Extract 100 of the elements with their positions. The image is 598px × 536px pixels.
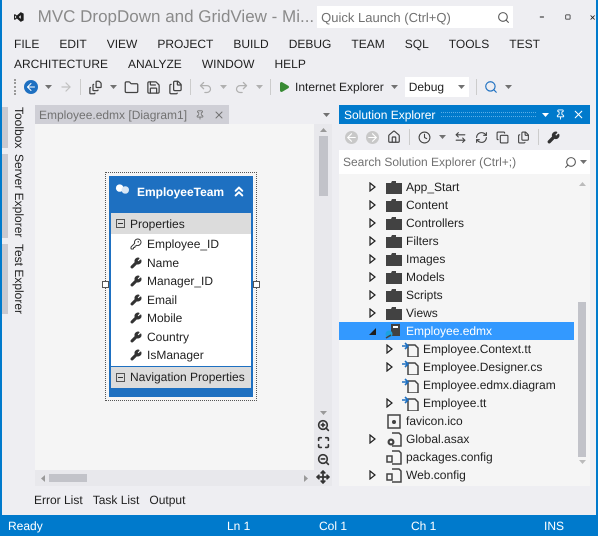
caret-icon[interactable]	[542, 112, 549, 116]
tree-item[interactable]: Content	[339, 196, 574, 214]
expand-arrow-icon[interactable]	[369, 218, 376, 228]
tree-item[interactable]: Web.config	[339, 466, 574, 484]
minus-box-icon[interactable]	[116, 372, 125, 382]
clock-icon[interactable]	[418, 130, 431, 144]
tree-item[interactable]: Scripts	[339, 286, 574, 304]
pan-icon[interactable]	[316, 470, 330, 484]
menu-item[interactable]: WINDOW	[202, 54, 254, 74]
bottom-tab[interactable]: Task List	[92, 491, 140, 515]
tree-item[interactable]: Global.asax	[339, 430, 574, 448]
expand-arrow-icon[interactable]	[369, 254, 376, 264]
search-icon	[564, 156, 576, 168]
menu-item[interactable]: VIEW	[106, 34, 138, 54]
caret-icon	[580, 160, 586, 164]
pin-icon[interactable]	[195, 110, 206, 120]
menu-item[interactable]: FILE	[14, 34, 40, 54]
fit-icon[interactable]	[316, 436, 330, 449]
entity-shape[interactable]: EmployeeTeam Properties Employee_ID Name Manager_ID Email Mobile Country IsManager Navigation Properties	[105, 172, 257, 400]
menu-item[interactable]: TEAM	[351, 34, 385, 54]
expand-arrow-icon[interactable]	[386, 398, 393, 408]
back-icon[interactable]	[24, 80, 38, 94]
property-name: Manager_ID	[147, 273, 214, 290]
resize-handle[interactable]	[253, 281, 260, 288]
home-icon[interactable]	[387, 130, 401, 144]
resize-handle[interactable]	[102, 281, 109, 288]
caret-icon	[45, 85, 52, 89]
tree-item[interactable]: Filters	[339, 232, 574, 250]
open-folder-icon[interactable]	[124, 80, 139, 94]
folder-icon	[386, 198, 402, 212]
caret-icon	[323, 112, 330, 116]
expand-arrow-icon[interactable]	[369, 470, 376, 480]
caret-icon	[390, 85, 398, 89]
tree-item[interactable]: Models	[339, 268, 574, 286]
properties-icon[interactable]	[547, 130, 560, 144]
tree-item[interactable]: Images	[339, 250, 574, 268]
bottom-tab[interactable]: Error List	[34, 491, 83, 515]
tree-item[interactable]: Employee.Designer.cs	[339, 358, 574, 376]
expand-arrow-icon[interactable]	[386, 362, 393, 372]
expand-arrow-icon[interactable]	[386, 344, 393, 354]
minus-box-icon[interactable]	[116, 219, 125, 228]
generated-file-icon	[402, 378, 419, 392]
expand-arrow-icon[interactable]	[369, 182, 376, 192]
menu-item[interactable]: HELP	[274, 54, 306, 74]
folder-icon	[386, 288, 402, 302]
tree-item[interactable]: favicon.ico	[339, 412, 574, 430]
config-file-icon	[386, 450, 402, 464]
tree-item[interactable]: Controllers	[339, 214, 574, 232]
char-number: Ch 1	[411, 518, 438, 534]
line-number: Ln 1	[227, 518, 252, 534]
config-file-icon	[386, 468, 402, 482]
expand-arrow-icon[interactable]	[369, 272, 376, 282]
status-message: Ready	[8, 518, 44, 534]
property-name: Email	[147, 292, 178, 309]
menu-item[interactable]: BUILD	[233, 34, 269, 54]
folder-icon	[386, 252, 402, 266]
expand-arrow-icon[interactable]	[369, 200, 376, 210]
bottom-tab[interactable]: Output	[149, 491, 186, 515]
configuration-dropdown[interactable]: Debug	[404, 77, 469, 97]
search-button[interactable]	[493, 6, 514, 28]
menu-item[interactable]: ARCHITECTURE	[14, 54, 108, 74]
horizontal-scrollbar[interactable]	[35, 470, 314, 486]
tree-item[interactable]: Employee.Context.tt	[339, 340, 574, 358]
generated-file-icon	[402, 360, 419, 374]
search-field[interactable]: Search Solution Explorer (Ctrl+;)	[339, 150, 560, 174]
expand-arrow-icon[interactable]	[369, 434, 376, 444]
save-icon[interactable]	[146, 80, 161, 94]
menu-item[interactable]: SQL	[404, 34, 429, 54]
menu-item[interactable]: PROJECT	[157, 34, 214, 54]
scroll-thumb[interactable]	[318, 136, 328, 196]
property-name: Employee_ID	[147, 236, 220, 254]
folder-icon	[386, 180, 402, 194]
image-file-icon	[386, 414, 400, 428]
scroll-thumb[interactable]	[49, 474, 87, 482]
find-icon[interactable]	[484, 80, 498, 94]
sync-icon[interactable]	[454, 130, 467, 144]
tree-item[interactable]: Views	[339, 304, 574, 322]
quick-launch-field[interactable]: Quick Launch (Ctrl+Q)	[317, 6, 494, 28]
zoom-out-icon[interactable]	[316, 453, 330, 466]
tree-item[interactable]: Employee.edmx.diagram	[339, 376, 574, 394]
menu-item[interactable]: TOOLS	[448, 34, 490, 54]
menu-item[interactable]: ANALYZE	[128, 54, 182, 74]
collapse-arrow-icon[interactable]	[369, 328, 376, 334]
menu-item[interactable]: EDIT	[59, 34, 87, 54]
run-button[interactable]: Internet Explorer	[278, 77, 384, 97]
expand-arrow-icon[interactable]	[369, 290, 376, 300]
tree-item[interactable]: Employee.tt	[339, 394, 574, 412]
menu-item[interactable]: DEBUG	[288, 34, 332, 54]
zoom-in-icon[interactable]	[316, 419, 330, 432]
pin-icon[interactable]	[555, 109, 566, 120]
property-name: Mobile	[147, 310, 182, 328]
search-button[interactable]	[560, 150, 590, 174]
refresh-icon[interactable]	[475, 130, 488, 144]
expand-arrow-icon[interactable]	[369, 308, 376, 318]
scroll-thumb[interactable]	[578, 302, 586, 457]
menu-item[interactable]: TEST	[509, 34, 540, 54]
expand-arrow-icon[interactable]	[369, 236, 376, 246]
caret-icon	[458, 85, 465, 89]
tree-item[interactable]: packages.config	[339, 448, 574, 466]
tree-item[interactable]: App_Start	[339, 178, 574, 196]
